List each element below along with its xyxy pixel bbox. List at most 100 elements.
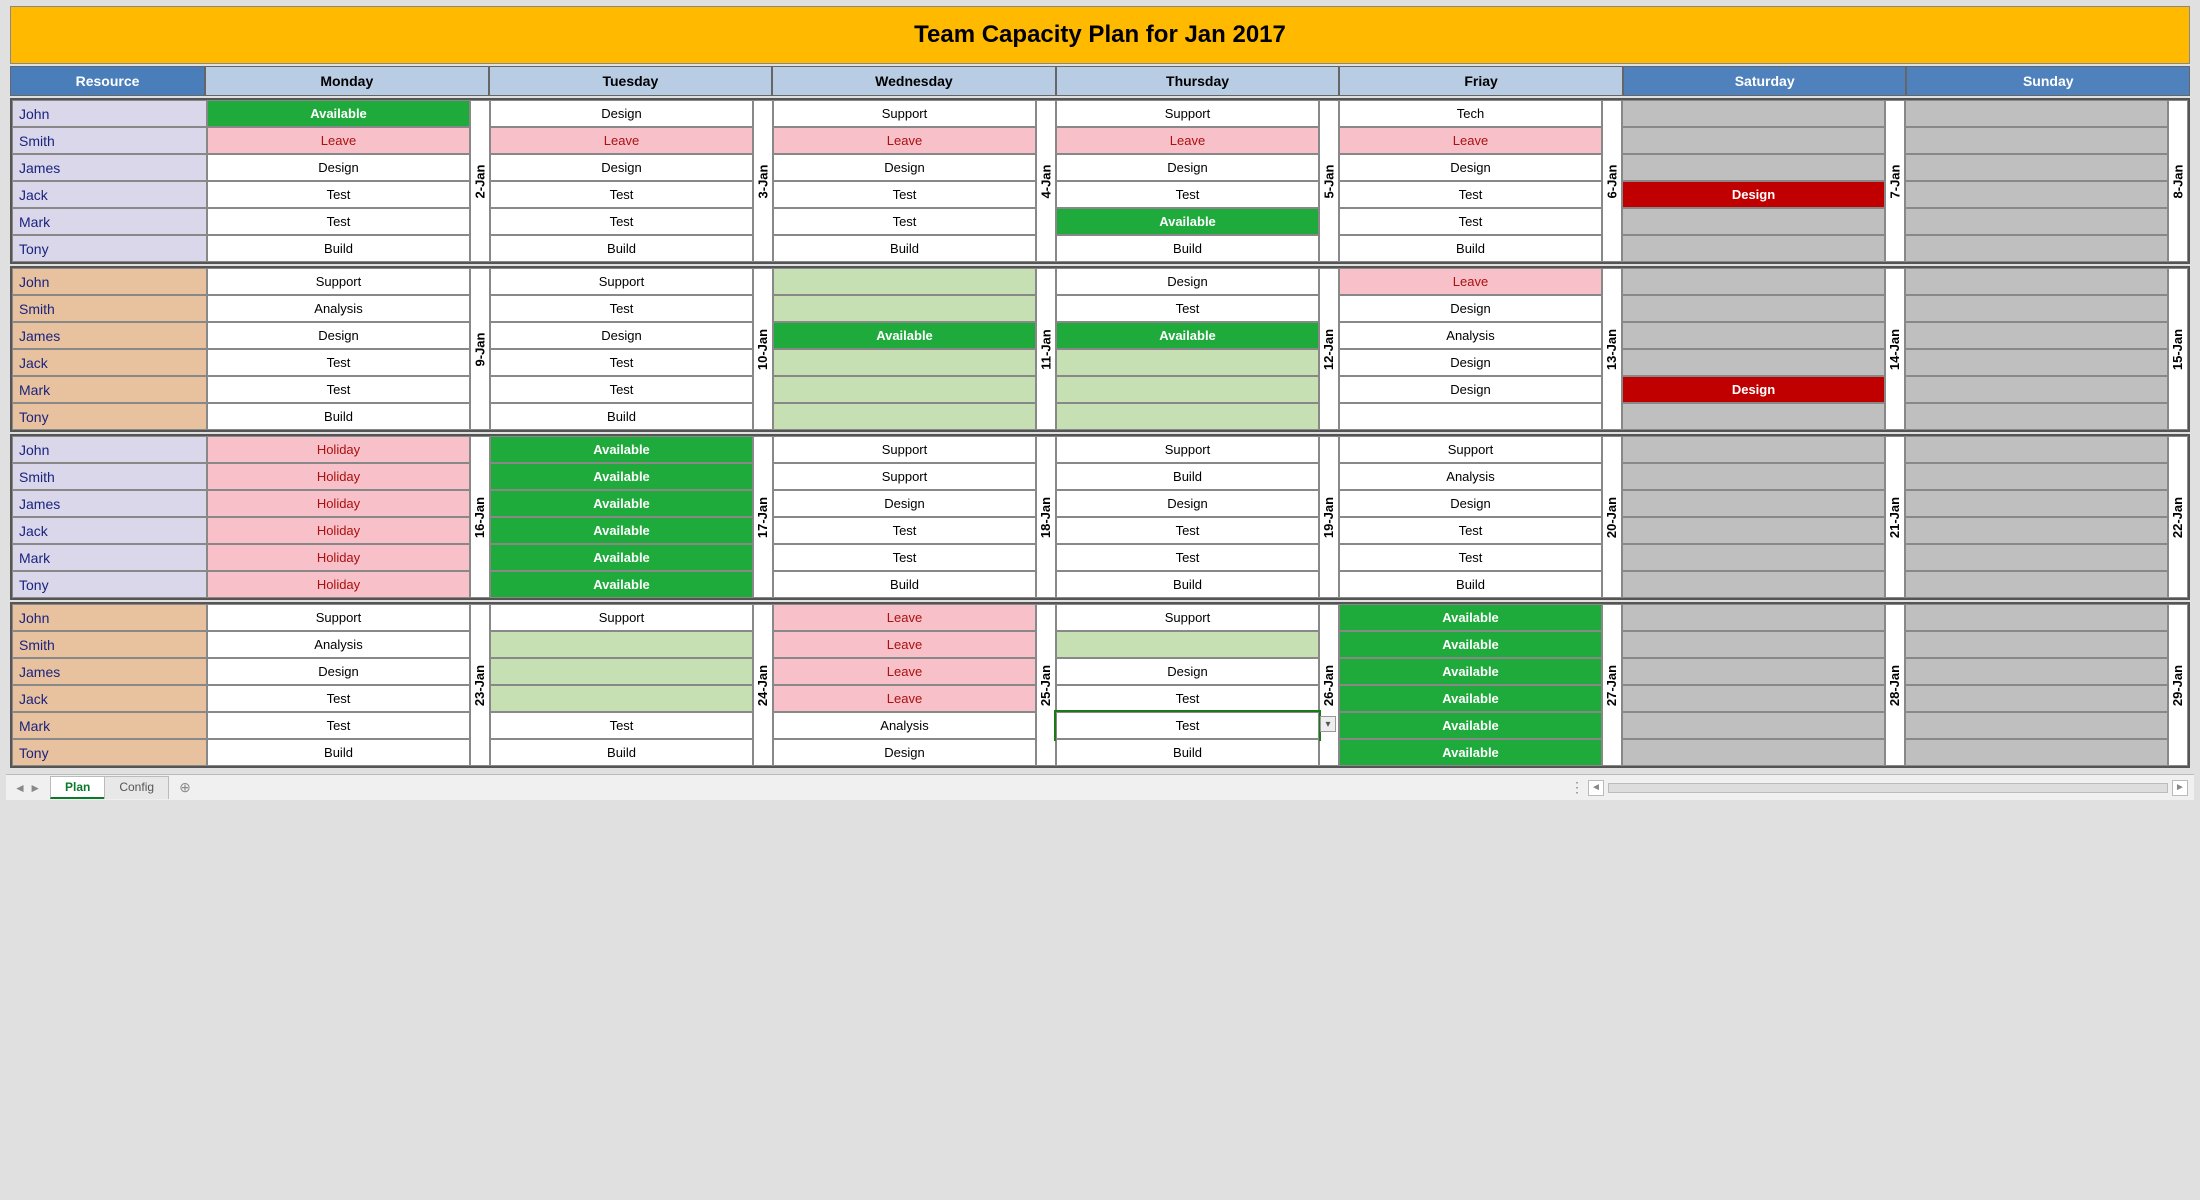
plan-cell[interactable]: Available (1339, 604, 1602, 631)
plan-cell[interactable]: Build (1056, 463, 1319, 490)
plan-cell[interactable] (490, 631, 753, 658)
hscroll-track[interactable] (1608, 783, 2168, 793)
plan-cell[interactable]: Build (773, 235, 1036, 262)
plan-cell[interactable]: Design (207, 322, 470, 349)
plan-cell[interactable]: Available (490, 517, 753, 544)
plan-cell[interactable]: Leave (1339, 268, 1602, 295)
plan-cell[interactable] (1905, 490, 2168, 517)
plan-cell[interactable]: Analysis (207, 295, 470, 322)
plan-cell[interactable]: Holiday (207, 463, 470, 490)
plan-cell[interactable]: Support (490, 268, 753, 295)
plan-cell[interactable]: Holiday (207, 571, 470, 598)
plan-cell[interactable]: Leave (207, 127, 470, 154)
plan-cell[interactable] (1622, 295, 1885, 322)
plan-cell[interactable] (1905, 322, 2168, 349)
plan-cell[interactable]: Leave (1056, 127, 1319, 154)
plan-cell[interactable]: Holiday (207, 517, 470, 544)
plan-cell[interactable]: Test (773, 517, 1036, 544)
plan-cell[interactable] (1622, 685, 1885, 712)
hscroll-left[interactable]: ◄ (1588, 780, 1604, 796)
plan-cell[interactable]: Support (773, 463, 1036, 490)
plan-cell[interactable] (1905, 463, 2168, 490)
plan-cell[interactable]: Test (773, 181, 1036, 208)
plan-cell[interactable] (1622, 631, 1885, 658)
plan-cell[interactable]: Available (1339, 631, 1602, 658)
plan-cell[interactable] (490, 658, 753, 685)
plan-cell[interactable]: Available (1056, 322, 1319, 349)
plan-cell[interactable]: Design (207, 154, 470, 181)
plan-cell[interactable] (773, 403, 1036, 430)
plan-cell[interactable] (1905, 739, 2168, 766)
plan-cell[interactable] (1622, 268, 1885, 295)
plan-cell[interactable]: Build (1056, 235, 1319, 262)
plan-cell[interactable]: Analysis (1339, 463, 1602, 490)
plan-cell[interactable]: Support (1339, 436, 1602, 463)
plan-cell[interactable]: Support (207, 268, 470, 295)
plan-cell[interactable] (1622, 349, 1885, 376)
plan-cell[interactable] (1622, 235, 1885, 262)
plan-cell[interactable]: Build (1339, 571, 1602, 598)
plan-cell[interactable]: Leave (1339, 127, 1602, 154)
plan-cell[interactable]: Test (773, 208, 1036, 235)
plan-cell[interactable] (1905, 403, 2168, 430)
plan-cell[interactable] (1905, 712, 2168, 739)
plan-cell[interactable] (1905, 208, 2168, 235)
plan-cell[interactable] (1622, 463, 1885, 490)
plan-cell[interactable]: Available (490, 571, 753, 598)
plan-cell[interactable] (1905, 544, 2168, 571)
plan-cell[interactable]: Test (490, 208, 753, 235)
plan-cell[interactable] (1622, 100, 1885, 127)
plan-cell[interactable]: Build (490, 739, 753, 766)
plan-cell[interactable]: Test (490, 376, 753, 403)
plan-cell[interactable] (1905, 517, 2168, 544)
plan-cell[interactable]: Design (1339, 376, 1602, 403)
plan-cell[interactable]: Design (1339, 490, 1602, 517)
plan-cell[interactable]: Leave (490, 127, 753, 154)
plan-cell[interactable]: Design (207, 658, 470, 685)
plan-cell[interactable]: Design (490, 154, 753, 181)
plan-cell[interactable]: Analysis (207, 631, 470, 658)
plan-cell[interactable]: Build (1056, 739, 1319, 766)
plan-cell[interactable]: Test (207, 376, 470, 403)
plan-cell[interactable] (1056, 403, 1319, 430)
plan-cell[interactable] (490, 685, 753, 712)
plan-cell[interactable]: Design (490, 322, 753, 349)
plan-cell[interactable]: Test (490, 712, 753, 739)
plan-cell[interactable]: Test (207, 181, 470, 208)
plan-cell[interactable] (1622, 154, 1885, 181)
plan-cell[interactable]: Available (490, 463, 753, 490)
plan-cell[interactable] (1056, 349, 1319, 376)
plan-cell[interactable]: Build (1056, 571, 1319, 598)
plan-cell[interactable] (1905, 349, 2168, 376)
plan-cell[interactable]: Test (1056, 544, 1319, 571)
plan-cell[interactable] (1622, 403, 1885, 430)
plan-cell[interactable]: Build (490, 235, 753, 262)
plan-cell[interactable]: Test (1339, 517, 1602, 544)
plan-cell[interactable]: Test (207, 208, 470, 235)
dropdown-icon[interactable]: ▾ (1320, 716, 1336, 732)
plan-cell[interactable]: Test (207, 349, 470, 376)
plan-cell[interactable]: Test (1056, 295, 1319, 322)
plan-cell[interactable]: Build (207, 235, 470, 262)
plan-cell[interactable]: Build (207, 403, 470, 430)
plan-cell[interactable] (1905, 436, 2168, 463)
plan-cell[interactable] (773, 295, 1036, 322)
plan-cell[interactable] (1622, 739, 1885, 766)
plan-cell[interactable]: Test (1339, 208, 1602, 235)
plan-cell[interactable] (1622, 712, 1885, 739)
plan-cell[interactable]: Test (207, 712, 470, 739)
plan-cell[interactable] (1622, 604, 1885, 631)
plan-cell[interactable]: Test (1056, 181, 1319, 208)
plan-cell[interactable]: Available (1339, 712, 1602, 739)
plan-cell[interactable]: Available (773, 322, 1036, 349)
plan-cell[interactable] (773, 268, 1036, 295)
plan-cell[interactable]: Support (490, 604, 753, 631)
plan-cell[interactable]: Design (1056, 658, 1319, 685)
plan-cell[interactable]: Available (1339, 739, 1602, 766)
add-sheet-button[interactable]: ⊕ (174, 779, 196, 796)
plan-cell[interactable]: Test▾ (1056, 712, 1319, 739)
plan-cell[interactable] (1622, 322, 1885, 349)
plan-cell[interactable]: Support (207, 604, 470, 631)
plan-cell[interactable]: Design (773, 490, 1036, 517)
plan-cell[interactable] (1905, 376, 2168, 403)
